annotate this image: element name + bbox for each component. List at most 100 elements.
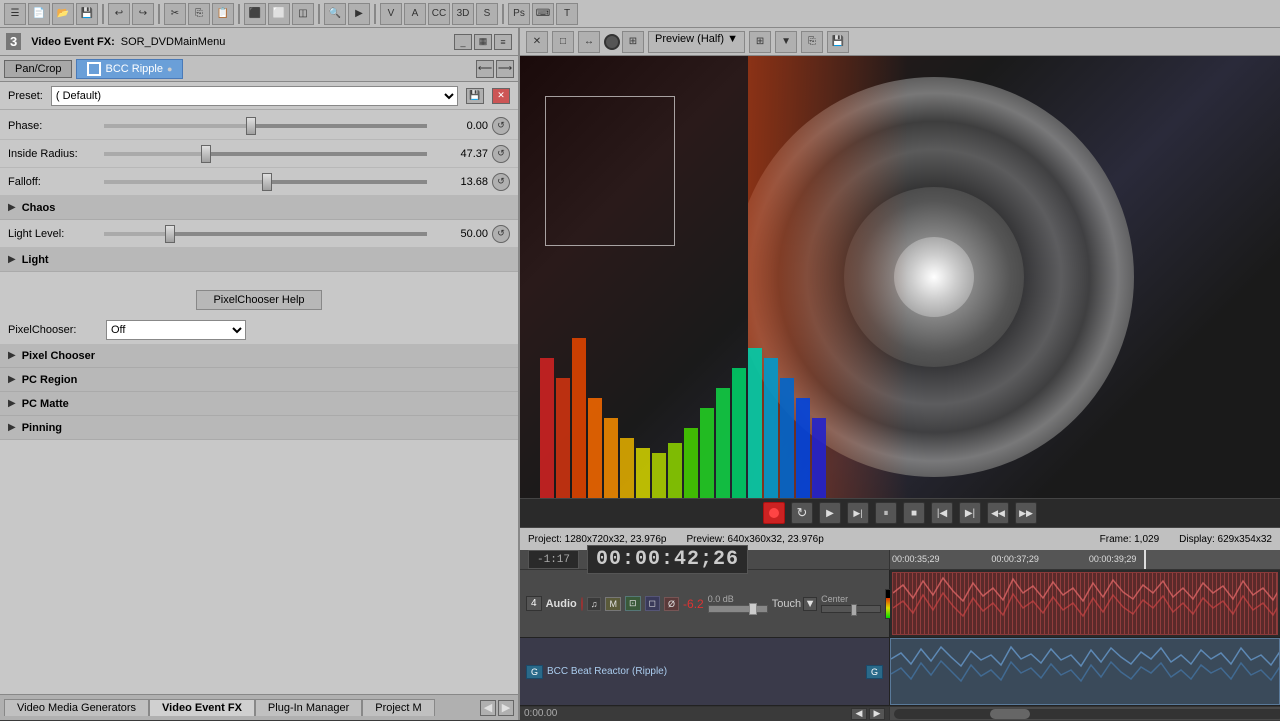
tool1-icon[interactable]: ⬛	[244, 3, 266, 25]
phase-slider[interactable]	[104, 124, 427, 128]
falloff-reset-btn[interactable]: ↺	[492, 173, 510, 191]
tab-left-arrow[interactable]: ⟵	[476, 60, 494, 78]
pan-thumb	[851, 604, 857, 616]
falloff-label: Falloff:	[8, 176, 98, 188]
redo-icon[interactable]: ↪	[132, 3, 154, 25]
scroll-right-btn[interactable]: ▶	[869, 708, 885, 720]
pixel-chooser-section[interactable]: ▶ Pixel Chooser	[0, 344, 518, 368]
fx1-icon[interactable]: V	[380, 3, 402, 25]
preview-aspect-btn[interactable]: ⊞	[622, 31, 644, 53]
mute-btn[interactable]: ◻	[645, 596, 660, 611]
scroll-left-btn[interactable]: ◀	[851, 708, 867, 720]
preset-select[interactable]: ( Default)	[51, 86, 458, 106]
menu-icon[interactable]: ☰	[4, 3, 26, 25]
zoom-icon[interactable]: 🔍	[324, 3, 346, 25]
waveform-main	[892, 572, 1278, 635]
next-frame-btn[interactable]: ▶▶	[1015, 502, 1037, 524]
pixelchooser-dropdown[interactable]: Off On	[106, 320, 246, 340]
play-btn[interactable]: ▶	[819, 502, 841, 524]
next-btn[interactable]: ▶|	[959, 502, 981, 524]
preview-zoom-btn[interactable]: ▼	[775, 31, 797, 53]
tool2-icon[interactable]: ⬜	[268, 3, 290, 25]
chaos-section[interactable]: ▶ Chaos	[0, 196, 518, 220]
prev-btn[interactable]: |◀	[931, 502, 953, 524]
preview-close-btn[interactable]: ✕	[526, 31, 548, 53]
preview-copy-btn[interactable]: ⎘	[801, 31, 823, 53]
ps-icon[interactable]: Ps	[508, 3, 530, 25]
stop-btn[interactable]: ■	[903, 502, 925, 524]
preview-mode-dropdown[interactable]: Preview (Half) ▼	[648, 31, 745, 53]
tab-video-media-generators[interactable]: Video Media Generators	[4, 699, 149, 716]
preview-save-btn[interactable]: 💾	[827, 31, 849, 53]
timeline-scrollbar[interactable]	[890, 707, 1280, 721]
top-toolbar: ☰ 📄 📂 💾 ↩ ↪ ✂ ⎘ 📋 ⬛ ⬜ ◫ 🔍 ▶ V A CC 3D S …	[0, 0, 1280, 28]
tab-bcc-ripple[interactable]: BCC Ripple ●	[76, 59, 183, 79]
audio-icon: ♫	[587, 597, 602, 611]
copy-icon[interactable]: ⎘	[188, 3, 210, 25]
pinning-section[interactable]: ▶ Pinning	[0, 416, 518, 440]
undo-icon[interactable]: ↩	[108, 3, 130, 25]
pixelchooser-help-button[interactable]: PixelChooser Help	[196, 290, 321, 310]
loop-btn[interactable]: ↻	[791, 502, 813, 524]
record-btn[interactable]	[763, 502, 785, 524]
arm-record-btn[interactable]	[581, 597, 583, 611]
pc-matte-label: PC Matte	[22, 398, 69, 410]
preset-close-btn[interactable]: ✕	[492, 88, 510, 104]
time-mark-2: 00:00:39;29	[1089, 554, 1137, 564]
light-label: Light	[22, 254, 49, 266]
pause-btn[interactable]: ⏸	[875, 502, 897, 524]
time-ruler: 00:00:35;29 00:00:37;29 00:00:39;29	[890, 550, 1280, 569]
inside-radius-slider[interactable]	[104, 152, 427, 156]
touch-dropdown-btn[interactable]: ▼	[803, 597, 817, 611]
play-icon[interactable]: ▶	[348, 3, 370, 25]
pc-matte-section[interactable]: ▶ PC Matte	[0, 392, 518, 416]
fx3-icon[interactable]: CC	[428, 3, 450, 25]
tab-right-arrow[interactable]: ⟶	[496, 60, 514, 78]
volume-slider[interactable]	[708, 605, 768, 613]
preset-save-btn[interactable]: 💾	[466, 88, 484, 104]
timeline-time-row: -1:17 00:00:42;26 00:00:35;29 00:00:37;2…	[520, 550, 1280, 570]
preview-circle-btn[interactable]	[604, 34, 620, 50]
tool3-icon[interactable]: ◫	[292, 3, 314, 25]
scroll-thumb[interactable]	[990, 709, 1030, 719]
pan-slider[interactable]	[821, 605, 881, 613]
phase-reset-btn[interactable]: ↺	[492, 117, 510, 135]
preview-tool1-btn[interactable]: ↔	[578, 31, 600, 53]
preset-row: Preset: ( Default) 💾 ✕	[0, 82, 518, 110]
tab-video-event-fx[interactable]: Video Event FX	[149, 699, 255, 716]
prev-frame-btn[interactable]: ◀◀	[987, 502, 1009, 524]
fx-list-btn[interactable]: ≡	[494, 34, 512, 50]
light-section[interactable]: ▶ Light	[0, 248, 518, 272]
pc-region-section[interactable]: ▶ PC Region	[0, 368, 518, 392]
cut-icon[interactable]: ✂	[164, 3, 186, 25]
falloff-slider[interactable]	[104, 180, 427, 184]
color-bar	[732, 368, 746, 498]
bottom-tab-right[interactable]: ▶	[498, 700, 514, 716]
selection-rect[interactable]	[545, 96, 675, 246]
play-to-btn[interactable]: ▶|	[847, 502, 869, 524]
fx4-icon[interactable]: 3D	[452, 3, 474, 25]
phase-btn[interactable]: Ø	[664, 597, 679, 611]
light-level-slider[interactable]	[104, 232, 427, 236]
fx5-icon[interactable]: S	[476, 3, 498, 25]
fx-minimize-btn[interactable]: _	[454, 34, 472, 50]
preview-grid-btn[interactable]: ⊞	[749, 31, 771, 53]
save-icon[interactable]: 💾	[76, 3, 98, 25]
bottom-tab-left[interactable]: ◀	[480, 700, 496, 716]
time-mark-0: 00:00:35;29	[892, 554, 940, 564]
text-icon[interactable]: T	[556, 3, 578, 25]
tab-pan-crop[interactable]: Pan/Crop	[4, 60, 72, 78]
inside-radius-reset-btn[interactable]: ↺	[492, 145, 510, 163]
key-icon[interactable]: ⌨	[532, 3, 554, 25]
color-bars-container	[540, 298, 826, 498]
tab-plug-in-manager[interactable]: Plug-In Manager	[255, 699, 362, 716]
fx2-icon[interactable]: A	[404, 3, 426, 25]
new-icon[interactable]: 📄	[28, 3, 50, 25]
open-icon[interactable]: 📂	[52, 3, 74, 25]
tab-project-m[interactable]: Project M	[362, 699, 434, 716]
paste-icon[interactable]: 📋	[212, 3, 234, 25]
bcc-track-row: G BCC Beat Reactor (Ripple) G	[520, 638, 1280, 706]
preview-snap-btn[interactable]: □	[552, 31, 574, 53]
fx-tile-btn[interactable]: ▦	[474, 34, 492, 50]
light-level-reset-btn[interactable]: ↺	[492, 225, 510, 243]
